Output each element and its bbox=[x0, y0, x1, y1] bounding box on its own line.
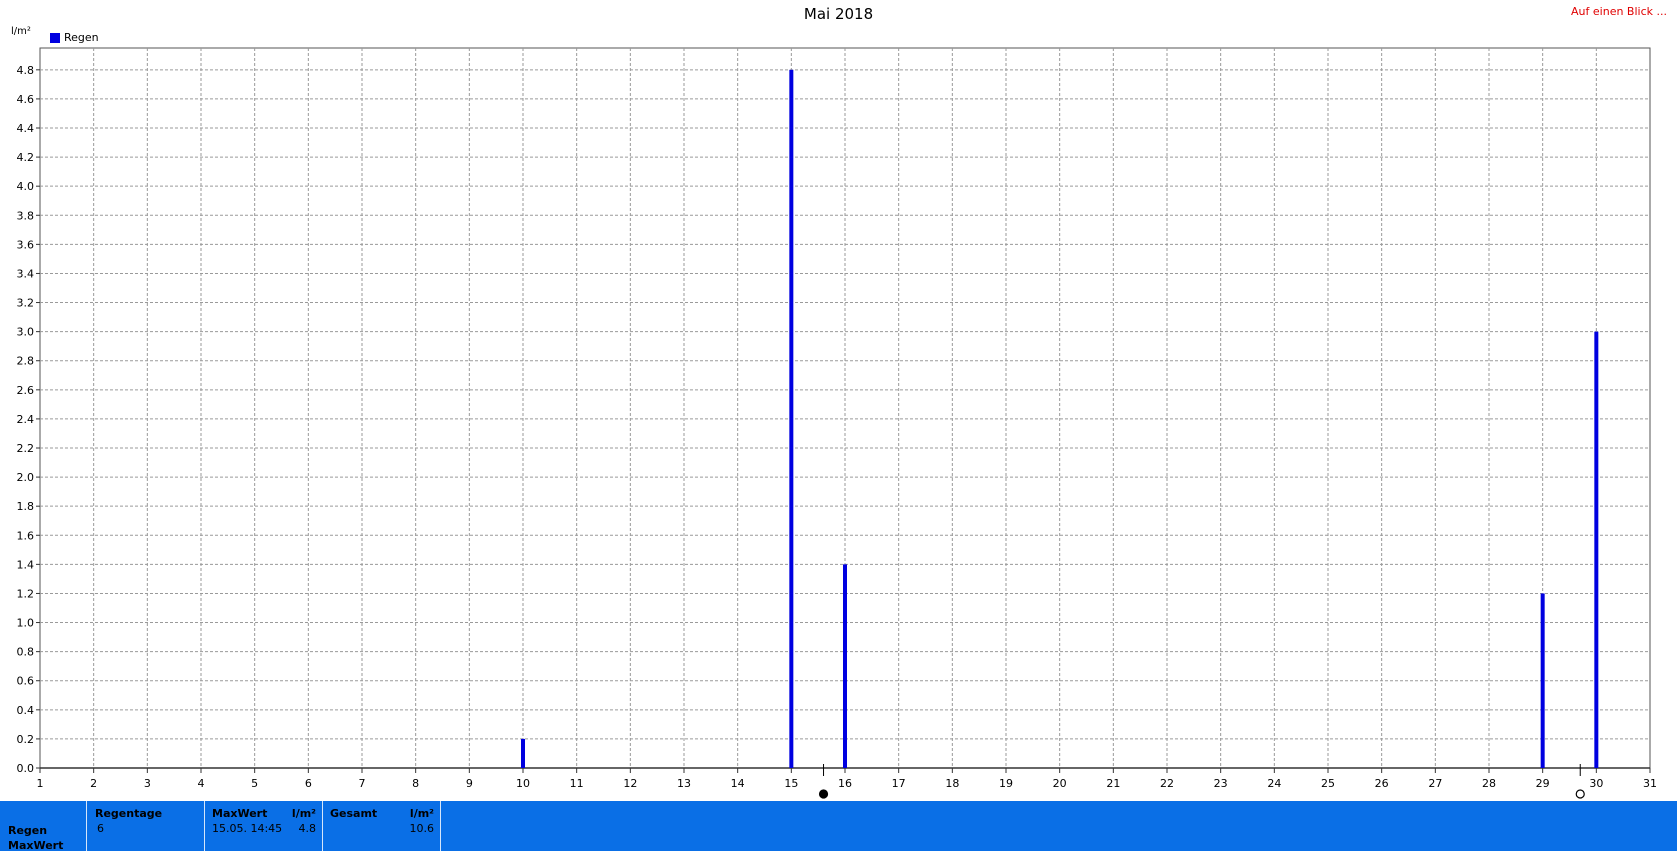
x-tick-label: 21 bbox=[1106, 777, 1120, 790]
y-tick-label: 4.2 bbox=[17, 151, 35, 164]
rain-bar bbox=[1540, 593, 1545, 768]
x-tick-label: 18 bbox=[945, 777, 959, 790]
x-tick-label: 22 bbox=[1160, 777, 1174, 790]
rain-bar bbox=[843, 564, 847, 768]
total-column: Gesamt l/m² 10.6 bbox=[322, 801, 441, 851]
y-tick-label: 1.6 bbox=[17, 529, 35, 542]
rain-days-header: Regentage bbox=[95, 807, 163, 820]
marker-filled-icon bbox=[818, 789, 829, 799]
x-tick-label: 14 bbox=[731, 777, 745, 790]
chart: 0.0 0.2 0.4 0.6 0.8 1.0 1.2 1.4 1.6 1.8 2.0 2.2 2.4 2… bbox=[17, 47, 1657, 799]
y-tick-label: 1.8 bbox=[17, 500, 35, 513]
x-tick-label: 8 bbox=[412, 777, 419, 790]
x-tick-label: 10 bbox=[516, 777, 530, 790]
stats-row-labels: Regen MaxWert bbox=[8, 823, 63, 853]
x-tick-label: 19 bbox=[999, 777, 1013, 790]
y-tick-label: 4.4 bbox=[17, 122, 35, 135]
y-tick-label: 4.6 bbox=[17, 93, 35, 106]
x-tick-label: 12 bbox=[623, 777, 637, 790]
y-tick-label: 0.6 bbox=[17, 675, 35, 688]
y-tick-label: 3.2 bbox=[17, 297, 35, 310]
marker-hollow-icon bbox=[1575, 789, 1585, 799]
x-tick-label: 13 bbox=[677, 777, 691, 790]
x-tick-label: 3 bbox=[144, 777, 151, 790]
y-tick-label: 3.8 bbox=[17, 209, 35, 222]
max-column: MaxWert l/m² 15.05. 14:45 4.8 bbox=[204, 801, 322, 851]
y-tick-label: 1.4 bbox=[17, 558, 35, 571]
y-tick-label: 2.2 bbox=[17, 442, 35, 455]
stats-bar: Regen MaxWert Regentage 6 MaxWert l/m² 1… bbox=[0, 801, 1677, 853]
x-tick-label: 20 bbox=[1053, 777, 1067, 790]
x-tick-label: 24 bbox=[1267, 777, 1281, 790]
rain-bar bbox=[789, 69, 794, 769]
x-tick-label: 28 bbox=[1482, 777, 1496, 790]
x-tick-label: 29 bbox=[1536, 777, 1550, 790]
y-tick-label: 4.0 bbox=[17, 180, 35, 193]
total-header: Gesamt bbox=[330, 807, 378, 820]
y-tick-label: 0.0 bbox=[17, 762, 35, 775]
x-tick-label: 16 bbox=[838, 777, 852, 790]
x-tick-label: 25 bbox=[1321, 777, 1335, 790]
y-tick-label: 2.8 bbox=[17, 355, 35, 368]
y-tick-label: 2.6 bbox=[17, 384, 35, 397]
y-tick-label: 1.2 bbox=[17, 587, 35, 600]
x-tick-label: 31 bbox=[1643, 777, 1657, 790]
y-tick-label: 0.8 bbox=[17, 646, 35, 659]
x-tick-label: 2 bbox=[90, 777, 97, 790]
y-tick-label: 1.0 bbox=[17, 617, 35, 630]
x-tick-label: 30 bbox=[1589, 777, 1603, 790]
x-tick-label: 1 bbox=[37, 777, 44, 790]
x-tick-label: 4 bbox=[198, 777, 205, 790]
x-tick-label: 26 bbox=[1375, 777, 1389, 790]
rain-days-value: 6 bbox=[97, 822, 104, 835]
max-time: 15.05. 14:45 bbox=[212, 822, 283, 835]
y-tick-label: 4.8 bbox=[17, 64, 35, 77]
y-tick-label: 2.4 bbox=[17, 413, 35, 426]
y-tick-label: 3.6 bbox=[17, 238, 35, 251]
x-tick-label: 23 bbox=[1214, 777, 1228, 790]
rain-bar bbox=[1594, 331, 1599, 768]
max-header: MaxWert bbox=[212, 807, 268, 820]
y-tick-label: 3.0 bbox=[17, 326, 35, 339]
x-tick-label: 27 bbox=[1428, 777, 1442, 790]
x-tick-label: 17 bbox=[892, 777, 906, 790]
x-tick-label: 11 bbox=[570, 777, 584, 790]
total-value: 10.6 bbox=[409, 822, 435, 835]
x-tick-label: 9 bbox=[466, 777, 473, 790]
max-value: 4.8 bbox=[298, 822, 317, 835]
rain-bar bbox=[521, 738, 525, 768]
x-tick-label: 7 bbox=[359, 777, 366, 790]
y-tick-label: 2.0 bbox=[17, 471, 35, 484]
max-unit: l/m² bbox=[291, 807, 316, 820]
x-tick-label: 15 bbox=[784, 777, 798, 790]
y-tick-label: 0.4 bbox=[17, 704, 35, 717]
y-tick-label: 3.4 bbox=[17, 267, 35, 280]
x-tick-label: 5 bbox=[251, 777, 258, 790]
rain-days-column: Regentage 6 bbox=[86, 801, 204, 851]
y-tick-label: 0.2 bbox=[17, 733, 35, 746]
x-tick-label: 6 bbox=[305, 777, 312, 790]
total-unit: l/m² bbox=[409, 807, 434, 820]
stats-row-label-regen: Regen bbox=[8, 824, 48, 837]
